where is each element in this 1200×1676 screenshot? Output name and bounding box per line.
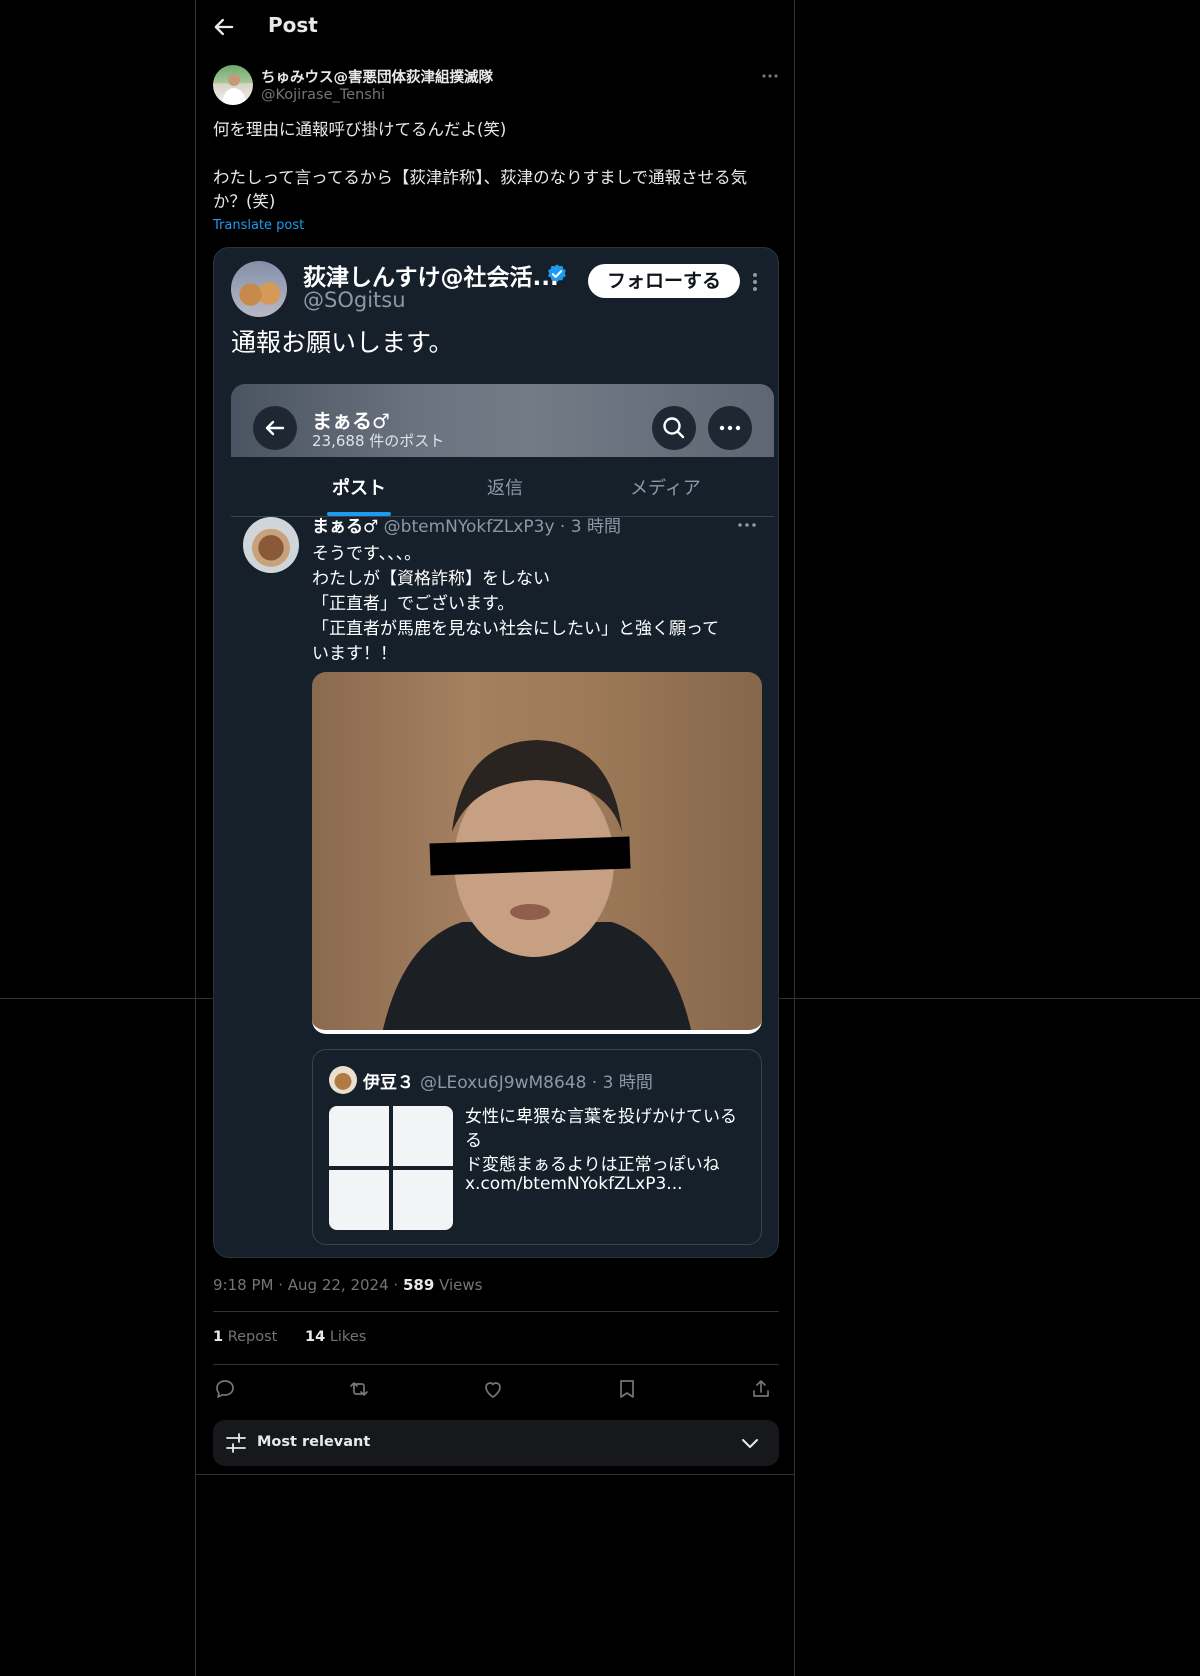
tweet-text-line: います！！ (312, 644, 397, 664)
profile-more-button (708, 406, 752, 450)
quote-thumbnail (393, 1106, 453, 1166)
share-button[interactable] (749, 1377, 773, 1401)
quote-tweet: 伊豆３ @LEoxu6J9wM8648 · 3 時間 女性に卑猥な言葉を投げかけ… (312, 1049, 762, 1245)
embedded-avatar (231, 261, 287, 317)
search-icon (663, 417, 685, 439)
quote-avatar (329, 1066, 357, 1094)
back-arrow-icon (265, 420, 285, 436)
quote-thumbnail (329, 1106, 389, 1166)
embedded-text: 通報お願いします。 (231, 328, 454, 357)
tweet-text-line: 「正直者が馬鹿を見ない社会にしたい」と強く願って (312, 619, 720, 639)
views-label: Views (439, 1276, 483, 1294)
back-arrow-icon (214, 18, 234, 36)
profile-search-button (652, 406, 696, 450)
repost-button[interactable] (347, 1377, 371, 1401)
like-button[interactable] (481, 1377, 505, 1401)
engagement-counts: 1 Repost 14 Likes (213, 1329, 366, 1345)
post-column: Post ちゅみウス@害悪団体荻津組撲滅隊 @Kojirase_Tenshi 何… (195, 0, 795, 1676)
profile-post-count: 23,688 件のポスト (312, 432, 445, 450)
author-name[interactable]: ちゅみウス@害悪団体荻津組撲滅隊 (261, 66, 493, 87)
repost-icon (350, 1382, 368, 1396)
tweet-author-name: まぁる♂ (312, 517, 379, 537)
chevron-down-icon (742, 1439, 758, 1448)
post-media-image[interactable]: 荻津しんすけ@社会活... @SOgitsu フォローする 通報お願いします。 … (213, 247, 779, 1258)
embedded-handle: @SOgitsu (303, 288, 406, 312)
sort-label: Most relevant (257, 1434, 371, 1450)
author-avatar[interactable] (213, 65, 253, 105)
tweet-text-line: わたしが【資格詐称】をしない (312, 569, 550, 589)
likes-link[interactable]: 14 Likes (305, 1329, 366, 1345)
quote-text-line: る (465, 1131, 482, 1151)
post-meta: 9:18 PM · Aug 22, 2024 · 589 Views (213, 1276, 483, 1294)
more-icon (719, 425, 741, 431)
more-button[interactable] (758, 64, 782, 88)
profile-tabs: ポスト 返信 メディア (231, 457, 774, 517)
embedded-name: 荻津しんすけ@社会活... (303, 265, 559, 291)
more-icon (762, 74, 778, 78)
verified-icon (548, 264, 566, 282)
like-icon (485, 1382, 501, 1398)
tweet-header: まぁる♂ @btemNYokfZLxP3y · 3 時間 (312, 512, 621, 537)
quote-author-name: 伊豆３ (363, 1073, 414, 1093)
header: Post (196, 0, 794, 54)
quote-handle-time: @LEoxu6J9wM8648 · 3 時間 (420, 1073, 653, 1093)
profile-back-button (253, 406, 297, 450)
reply-button[interactable] (213, 1377, 237, 1401)
author-handle[interactable]: @Kojirase_Tenshi (261, 87, 385, 103)
tweet-handle-time: @btemNYokfZLxP3y · 3 時間 (383, 517, 621, 537)
tweet-photo (312, 672, 762, 1034)
tweet-text-line: 「正直者」でございます。 (312, 594, 515, 614)
reply-icon (216, 1380, 234, 1398)
tab-media: メディア (630, 478, 701, 499)
quote-thumbnail (393, 1170, 453, 1230)
tab-posts: ポスト (332, 478, 386, 499)
tab-replies: 返信 (487, 478, 523, 499)
reply-sort-dropdown[interactable]: Most relevant (213, 1420, 779, 1466)
views-count: 589 (402, 1276, 435, 1294)
divider (196, 1474, 794, 1475)
bookmark-icon (620, 1380, 634, 1398)
quote-text-line: x.com/btemNYokfZLxP3... (465, 1174, 683, 1194)
post-date[interactable]: Aug 22, 2024 (288, 1276, 389, 1294)
quote-text-line: ド変態まぁるよりは正常っぽいね (465, 1155, 720, 1175)
translate-link[interactable]: Translate post (213, 218, 304, 233)
divider (213, 1364, 779, 1365)
embedded-profile-screenshot: まぁる♂ 23,688 件のポスト ポスト 返信 メディア まぁる♂ @btem… (231, 384, 774, 1257)
share-icon (753, 1380, 769, 1397)
post-text: 何を理由に通報呼び掛けてるんだよ(笑) わたしって言ってるから【荻津詐称】、荻津… (213, 120, 748, 211)
embedded-follow-button: フォローする (588, 264, 740, 298)
tweet-avatar (243, 517, 299, 573)
reposts-link[interactable]: 1 Repost (213, 1329, 277, 1345)
back-button[interactable] (210, 13, 238, 41)
quote-text-line: 女性に卑猥な言葉を投げかけている (465, 1107, 737, 1127)
tweet-more-icon (738, 523, 756, 527)
quote-thumbnail (329, 1170, 389, 1230)
tweet-text-line: そうです、、、。 (312, 544, 422, 564)
embedded-more-icon (753, 273, 757, 291)
divider (213, 1311, 779, 1312)
bookmark-button[interactable] (615, 1377, 639, 1401)
filter-icon (226, 1433, 246, 1453)
page-title: Post (268, 13, 318, 37)
post-time[interactable]: 9:18 PM (213, 1276, 273, 1294)
